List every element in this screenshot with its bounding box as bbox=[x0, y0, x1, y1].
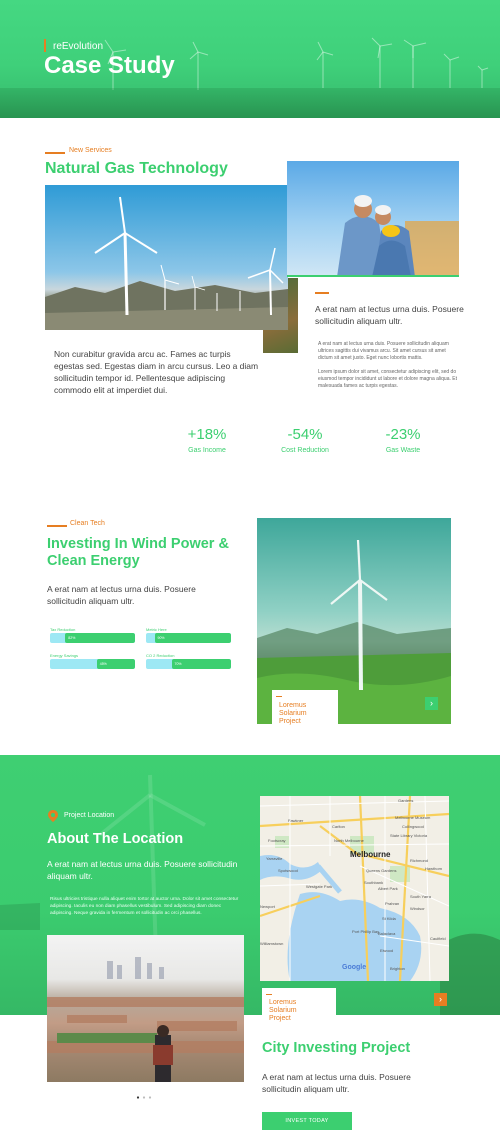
map-place-label: Port Phillip Bay bbox=[352, 929, 380, 934]
next-button[interactable]: › bbox=[434, 993, 447, 1006]
map-place-label: Queens Gardens bbox=[366, 868, 397, 873]
card-accent bbox=[276, 696, 282, 697]
stat-label: Gas Income bbox=[188, 447, 226, 454]
map-place-label: St Kilda bbox=[382, 916, 396, 921]
progress-bar: 90% bbox=[146, 633, 231, 643]
next-button[interactable]: › bbox=[425, 697, 438, 710]
section-heading: About The Location bbox=[47, 831, 184, 847]
progress-percent: 90% bbox=[157, 636, 165, 640]
map-place-label: Richmond bbox=[410, 858, 429, 863]
map-place-label: Prahran bbox=[385, 901, 400, 906]
map-place-label: Westgate Park bbox=[306, 884, 333, 889]
map-place-label: State Library Victoria bbox=[390, 833, 428, 838]
hero-banner: reEvolution Case Study bbox=[0, 0, 500, 118]
progress-percent: 82% bbox=[68, 636, 76, 640]
map-place-label: Carlton bbox=[332, 824, 345, 829]
engineers-image bbox=[287, 161, 459, 277]
progress-fill bbox=[65, 633, 135, 643]
eyebrow-line bbox=[45, 152, 65, 154]
map-place-label: Footscray bbox=[268, 838, 286, 843]
page-title: Case Study bbox=[44, 52, 175, 79]
progress-label: Tax Reduction bbox=[50, 627, 76, 632]
eyebrow-line bbox=[47, 525, 67, 527]
section-lead: A erat nam at lectus urna duis. Posuere … bbox=[47, 859, 238, 881]
project-lead: A erat nam at lectus urna duis. Posuere … bbox=[262, 1072, 411, 1094]
progress-label: Energy Savings bbox=[50, 653, 79, 658]
map-place-label: Hawthorn bbox=[425, 866, 443, 871]
map-place-label: Williamstown bbox=[260, 941, 284, 946]
carousel-dots[interactable] bbox=[136, 1086, 156, 1099]
section-heading: Natural Gas Technology bbox=[45, 160, 228, 177]
stat-value: -23% bbox=[385, 426, 421, 443]
map-place-label: Windsor bbox=[410, 906, 425, 911]
map-place-label: Caulfield bbox=[430, 936, 446, 941]
progress-label: Metric Here bbox=[146, 627, 167, 632]
intro-paragraph: Non curabitur gravida arcu ac. Fames ac … bbox=[54, 349, 259, 395]
map-city-label: Melbourne bbox=[350, 850, 391, 859]
arrow-right-icon: › bbox=[439, 994, 442, 1004]
section-small-text: Risus ultricies tristique nulla aliquet … bbox=[50, 897, 239, 916]
hero-ground bbox=[0, 88, 500, 118]
map-place-label: Albert Park bbox=[378, 886, 398, 891]
section-lead: A erat nam at lectus urna duis. Posuere … bbox=[47, 584, 196, 606]
project-heading: City Investing Project bbox=[262, 1040, 411, 1056]
google-logo: Google bbox=[342, 964, 367, 971]
map-place-label: Gardens bbox=[398, 798, 414, 803]
progress-percent: 70% bbox=[174, 662, 182, 666]
section-eyebrow: New Services bbox=[69, 147, 112, 154]
project-card-title: Loremus Solarium Project bbox=[279, 702, 307, 725]
section-heading-line1: Investing In Wind Power & bbox=[47, 536, 229, 552]
stat-label: Gas Waste bbox=[385, 447, 421, 454]
arrow-right-icon: › bbox=[430, 698, 433, 708]
map-place-label: Melbourne Museum bbox=[395, 815, 431, 820]
map-place-label: South Yarra bbox=[410, 894, 431, 899]
progress-fill bbox=[154, 633, 231, 643]
right-small-text-1: A erat nam at lectus urna duis. Posuere … bbox=[318, 341, 449, 361]
card-accent bbox=[266, 994, 272, 995]
map-place-label: Balaclava bbox=[378, 931, 396, 936]
location-map[interactable]: Gardens Fawkner Melbourne Museum Carlton Sta… bbox=[260, 796, 449, 981]
map-place-label: Fawkner bbox=[288, 818, 304, 823]
progress-percent: 45% bbox=[99, 662, 107, 666]
brand-name: reEvolution bbox=[53, 41, 104, 52]
right-lead-text: A erat nam at lectus urna duis. Posuere … bbox=[315, 304, 464, 326]
section-heading-line2: Clean Energy bbox=[47, 553, 140, 569]
project-card-title: Loremus Solarium Project bbox=[269, 999, 297, 1022]
map-pin-icon bbox=[48, 810, 58, 822]
map-place-label: Yarraville bbox=[266, 856, 283, 861]
right-small-text-2: Lorem ipsum dolor sit amet, consectetur … bbox=[318, 369, 457, 389]
map-place-label: Newport bbox=[260, 904, 275, 909]
progress-bar: 70% bbox=[146, 659, 231, 669]
section-eyebrow: Clean Tech bbox=[70, 520, 105, 527]
map-place-label: Spotswood bbox=[278, 868, 298, 873]
wind-turbines-image bbox=[45, 185, 288, 330]
stat-value: +18% bbox=[187, 426, 227, 443]
city-image bbox=[47, 935, 244, 1082]
invest-today-button[interactable]: INVEST TODAY bbox=[262, 1112, 352, 1130]
map-place-label: Collingwood bbox=[402, 824, 424, 829]
progress-bar: 45% bbox=[50, 659, 135, 669]
map-place-label: North Melbourne bbox=[334, 838, 364, 843]
project-card[interactable]: Loremus Solarium Project bbox=[272, 690, 338, 725]
map-place-label: Southbank bbox=[364, 880, 384, 885]
progress-label: CO 2 Reduction bbox=[146, 653, 175, 658]
stat-label: Cost Reduction bbox=[281, 447, 329, 454]
map-place-label: Brighton bbox=[390, 966, 405, 971]
map-place-label: Elwood bbox=[380, 948, 394, 953]
project-card[interactable]: Loremus Solarium Project bbox=[262, 988, 336, 1022]
progress-bar: 82% bbox=[50, 633, 135, 643]
section-eyebrow: Project Location bbox=[64, 812, 115, 819]
stat-value: -54% bbox=[287, 426, 323, 443]
brand-accent-bar bbox=[44, 39, 46, 52]
eyebrow-line bbox=[315, 292, 329, 294]
